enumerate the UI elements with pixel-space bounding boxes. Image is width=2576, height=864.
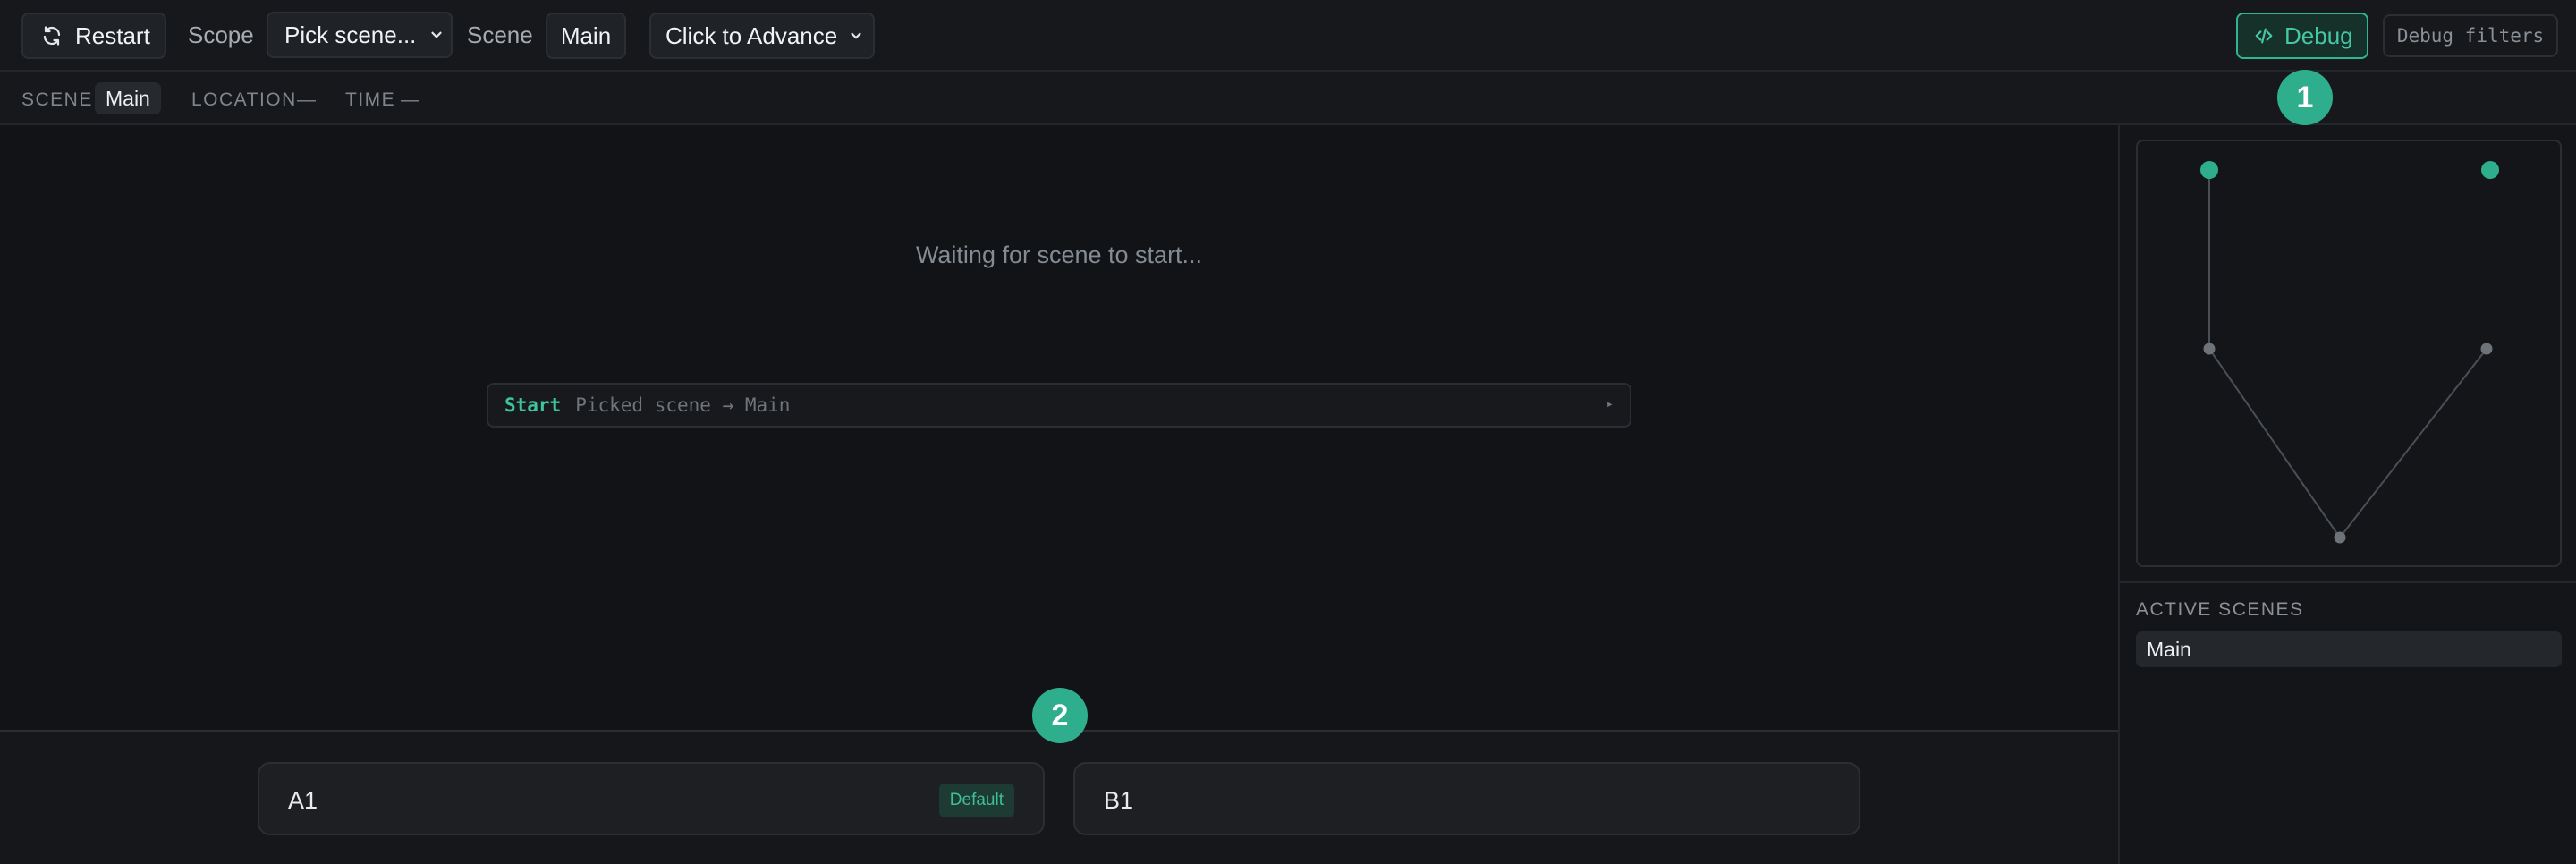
top-toolbar: Restart Scope Pick scene... Scene Main C… (0, 0, 2576, 72)
restart-label: Restart (75, 21, 150, 49)
debug-label: Debug (2284, 21, 2353, 49)
active-scenes-title: ACTIVE SCENES (2136, 599, 2304, 620)
graph-edge (2339, 348, 2487, 538)
chevron-down-icon (848, 28, 864, 44)
status-location-key: LOCATION (191, 89, 297, 110)
chevron-down-icon (428, 27, 445, 43)
log-entry-message: Picked scene → Main (575, 394, 791, 416)
waiting-message: Waiting for scene to start... (915, 241, 1203, 268)
advance-mode-select[interactable]: Click to Advance (649, 13, 875, 59)
graph-node-active[interactable] (2481, 161, 2499, 179)
choice-button-b1[interactable]: B1 (1073, 762, 1860, 835)
expand-caret-icon[interactable]: ▸ (1606, 397, 1614, 411)
scope-select-value: Pick scene... (284, 21, 417, 48)
debug-filters-button[interactable]: Debug filters (2383, 14, 2558, 57)
scene-graph-canvas (2200, 161, 2499, 544)
scene-label: Scene (467, 21, 533, 48)
scope-label: Scope (188, 21, 254, 48)
status-bar: SCENE Main LOCATION — TIME — (0, 72, 2576, 125)
choice-label: B1 (1104, 787, 1134, 814)
status-time-value: — (401, 89, 419, 110)
marker-badge: 1 (2277, 70, 2333, 125)
status-scene-badge: Main (95, 82, 161, 114)
refresh-icon (41, 25, 63, 47)
debug-side-panel: ACTIVE SCENES Main (2118, 125, 2576, 864)
debug-button[interactable]: Debug (2236, 13, 2368, 59)
scope-select[interactable]: Pick scene... (267, 12, 453, 58)
divider (2120, 581, 2576, 583)
scene-pill-value: Main (560, 21, 612, 49)
choice-button-a1[interactable]: A1 Default (258, 762, 1045, 835)
graph-edge (2208, 348, 2341, 538)
graph-node-active[interactable] (2200, 161, 2218, 179)
graph-node[interactable] (2203, 343, 2216, 355)
log-entry[interactable]: Start Picked scene → Main ▸ (487, 383, 1631, 428)
active-scene-label: Main (2147, 638, 2191, 661)
log-entry-tag: Start (504, 394, 562, 416)
status-scene-key: SCENE (21, 89, 93, 110)
graph-node[interactable] (2480, 343, 2493, 355)
debug-filters-label: Debug filters (2396, 25, 2545, 47)
scene-pill[interactable]: Main (546, 13, 626, 59)
choice-label: A1 (288, 787, 318, 814)
advance-mode-value: Click to Advance (665, 21, 838, 49)
graph-node[interactable] (2334, 531, 2346, 544)
active-scene-item[interactable]: Main (2136, 631, 2562, 667)
code-icon (2254, 26, 2274, 46)
scene-stage: Waiting for scene to start... Start Pick… (0, 125, 2118, 730)
restart-button[interactable]: Restart (21, 13, 166, 59)
status-location-value: — (297, 89, 316, 110)
scene-graph (2136, 140, 2562, 567)
status-time-key: TIME (345, 89, 396, 110)
choices-panel: A1 Default B1 (0, 730, 2118, 864)
marker-badge: 2 (1032, 688, 1088, 743)
default-badge: Default (938, 784, 1014, 817)
